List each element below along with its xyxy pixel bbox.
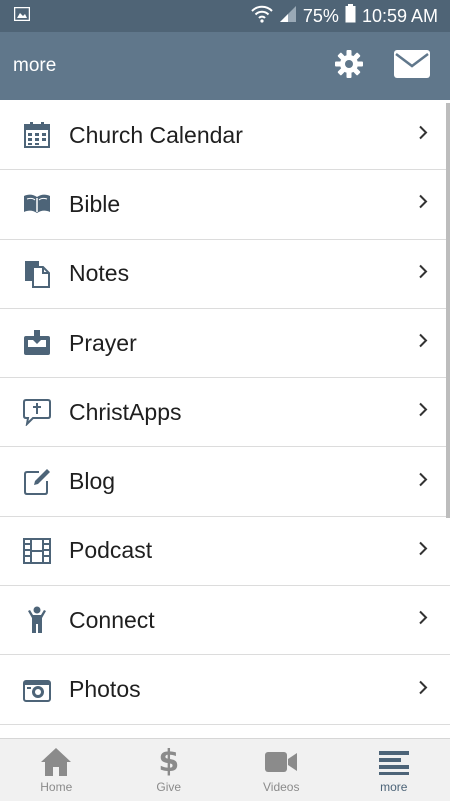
menu-item-label: Podcast	[69, 537, 152, 564]
gear-icon[interactable]	[334, 49, 364, 84]
chat-cross-icon	[22, 397, 52, 427]
menu-item-church-calendar[interactable]: Church Calendar	[0, 101, 450, 170]
book-icon	[22, 189, 52, 219]
wifi-icon	[251, 5, 273, 28]
menu-item-christapps[interactable]: ChristApps	[0, 378, 450, 447]
tab-label: Give	[156, 780, 181, 794]
battery-percent: 75%	[303, 6, 339, 27]
edit-icon	[22, 467, 52, 497]
menu-item-label: Notes	[69, 260, 129, 287]
status-bar: 75% 10:59 AM	[0, 0, 450, 32]
tab-label: Videos	[263, 780, 299, 794]
calendar-icon	[22, 120, 52, 150]
menu-item-label: Prayer	[69, 330, 137, 357]
chevron-right-icon	[418, 333, 428, 354]
chevron-right-icon	[418, 540, 428, 561]
tab-label: Home	[40, 780, 72, 794]
chevron-right-icon	[418, 402, 428, 423]
menu-item-label: ChristApps	[69, 399, 181, 426]
bottom-nav: Home $ Give Videos more	[0, 738, 450, 801]
menu-item-photos[interactable]: Photos	[0, 655, 450, 724]
status-time: 10:59 AM	[362, 6, 438, 27]
home-icon	[40, 746, 72, 778]
menu-item-label: Photos	[69, 676, 141, 703]
menu-lines-icon	[378, 746, 410, 778]
notes-icon	[22, 259, 52, 289]
chevron-right-icon	[418, 471, 428, 492]
menu-item-notes[interactable]: Notes	[0, 240, 450, 309]
chevron-right-icon	[418, 125, 428, 146]
menu-item-bible[interactable]: Bible	[0, 170, 450, 239]
scrollbar[interactable]	[446, 103, 450, 518]
chevron-right-icon	[418, 679, 428, 700]
menu-item-blog[interactable]: Blog	[0, 447, 450, 516]
chevron-right-icon	[418, 263, 428, 284]
tab-videos[interactable]: Videos	[225, 739, 338, 801]
chevron-right-icon	[418, 610, 428, 631]
menu-item-label: Connect	[69, 607, 155, 634]
gallery-icon	[14, 7, 30, 26]
menu-item-label: Blog	[69, 468, 115, 495]
menu-item-connect[interactable]: Connect	[0, 586, 450, 655]
film-icon	[22, 536, 52, 566]
menu-item-label: Bible	[69, 191, 120, 218]
menu-item-label: Church Calendar	[69, 122, 243, 149]
menu-item-podcast[interactable]: Podcast	[0, 517, 450, 586]
menu-item-prayer[interactable]: Prayer	[0, 309, 450, 378]
tab-give[interactable]: $ Give	[113, 739, 226, 801]
tab-home[interactable]: Home	[0, 739, 113, 801]
dollar-icon: $	[158, 746, 179, 778]
tab-label: more	[380, 780, 407, 794]
tab-more[interactable]: more	[338, 739, 450, 801]
person-icon	[22, 605, 52, 635]
signal-icon	[279, 5, 297, 28]
video-camera-icon	[264, 746, 298, 778]
chevron-right-icon	[418, 194, 428, 215]
mail-icon[interactable]	[394, 50, 430, 83]
camera-icon	[22, 675, 52, 705]
battery-icon	[345, 4, 356, 28]
menu-list: Church Calendar Bible Note	[0, 101, 450, 738]
page-title: more	[13, 55, 56, 77]
inbox-icon	[22, 328, 52, 358]
app-bar: more	[0, 32, 450, 100]
